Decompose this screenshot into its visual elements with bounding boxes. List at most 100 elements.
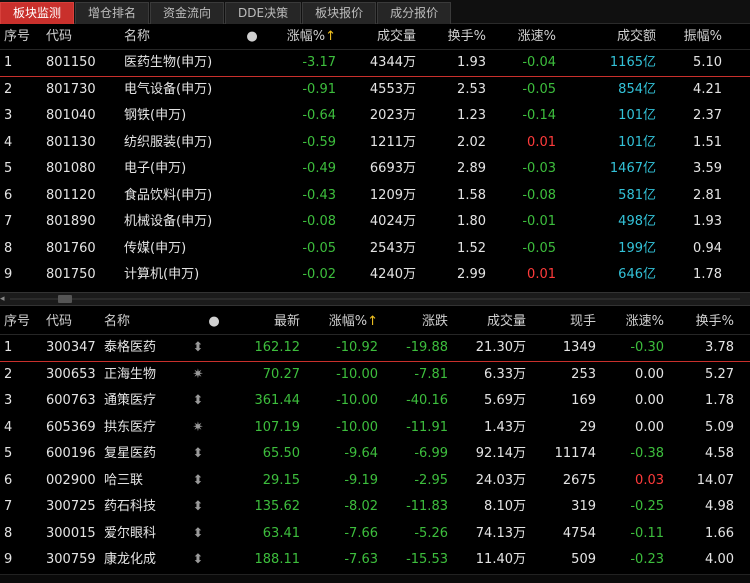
table-row[interactable]: 4 605369 拱东医疗 ✷ 107.19 -10.00 -11.91 1.43万 29 0.0… <box>0 415 750 442</box>
col-code-header[interactable]: 代码 <box>46 24 106 50</box>
col-speed-header[interactable]: 涨速% <box>496 24 556 50</box>
horizontal-scrollbar[interactable]: ◂ <box>0 292 750 306</box>
cell-amount: 1467亿 <box>609 161 656 176</box>
scroll-left-icon[interactable]: ◂ <box>0 294 8 304</box>
cell-hand: 4754 <box>562 525 596 541</box>
cell-change: -40.16 <box>406 393 448 408</box>
cell-turnover: 2.89 <box>457 161 486 176</box>
col-code-header[interactable]: 代码 <box>46 309 104 335</box>
cell-amount: 646亿 <box>618 267 656 282</box>
cell-hand: 253 <box>571 366 596 382</box>
col-change-pct-header[interactable]: 涨幅%↑ <box>306 309 378 335</box>
cell-code: 801150 <box>46 55 96 70</box>
col-speed-header[interactable]: 涨速% <box>602 309 664 335</box>
table-row[interactable]: 9 300759 康龙化成 ⬍ 188.11 -7.63 -15.53 11.40万 509 -0… <box>0 547 750 574</box>
cell-speed: -0.05 <box>522 81 556 97</box>
cell-speed: -0.04 <box>522 55 556 70</box>
cell-change-pct: -10.00 <box>336 366 378 382</box>
col-change-pct-label: 涨幅% <box>328 314 368 329</box>
table-row[interactable]: 5 801080 电子(申万) -0.49 6693万 2.89 -0.03 1467亿 3.5… <box>0 156 750 183</box>
scroll-track[interactable] <box>10 298 740 300</box>
col-volume-header[interactable]: 成交量 <box>456 309 526 335</box>
table-row[interactable]: 2 801730 电气设备(申万) -0.91 4553万 2.53 -0.05 854亿 4.… <box>0 77 750 104</box>
cell-name: 纺织服装(申万) <box>124 134 213 150</box>
status-mark-icon: ⬍ <box>192 499 204 514</box>
cell-turnover: 1.58 <box>457 187 486 203</box>
table-row[interactable]: 1 801150 医药生物(申万) -3.17 4344万 1.93 -0.04 1165亿 5… <box>0 50 750 77</box>
col-hand-header[interactable]: 现手 <box>532 309 596 335</box>
cell-seq: 7 <box>4 499 13 514</box>
cell-turnover: 14.07 <box>696 472 734 488</box>
cell-name: 爱尔眼科 <box>104 525 157 541</box>
cell-speed: -0.23 <box>630 552 664 567</box>
cell-change-pct: -0.43 <box>302 187 336 203</box>
scroll-thumb[interactable] <box>58 295 72 303</box>
table-row[interactable]: 7 300725 药石科技 ⬍ 135.62 -8.02 -11.83 8.10万 319 -0.… <box>0 494 750 521</box>
cell-turnover: 2.99 <box>457 267 486 282</box>
cell-last: 361.44 <box>254 393 301 408</box>
col-seq-header[interactable]: 序号 <box>4 309 40 335</box>
cell-volume: 6693万 <box>369 161 416 176</box>
tab-fund-flow[interactable]: 资金流向 <box>150 2 225 24</box>
table-row[interactable]: 3 801040 钢铁(申万) -0.64 2023万 1.23 -0.14 101亿 2.37 <box>0 103 750 130</box>
col-amount-header[interactable]: 成交额 <box>572 24 656 50</box>
col-turnover-header[interactable]: 换手% <box>672 309 734 335</box>
cell-change-pct: -9.64 <box>344 446 378 461</box>
cell-amount: 101亿 <box>618 108 656 123</box>
tab-sector-quote[interactable]: 板块报价 <box>302 2 377 24</box>
col-name-header[interactable]: 名称 <box>124 24 224 50</box>
cell-speed: -0.25 <box>630 499 664 514</box>
cell-volume: 1.43万 <box>484 419 526 435</box>
table-row[interactable]: 2 300653 正海生物 ✷ 70.27 -10.00 -7.81 6.33万 253 0.00… <box>0 362 750 389</box>
cell-volume: 4240万 <box>369 267 416 282</box>
table-row[interactable]: 4 801130 纺织服装(申万) -0.59 1211万 2.02 0.01 101亿 1.5… <box>0 130 750 157</box>
cell-turnover: 4.00 <box>705 552 734 567</box>
dot-icon: ● <box>208 314 220 329</box>
cell-seq: 5 <box>4 161 13 176</box>
table-row[interactable]: 6 002900 哈三联 ⬍ 29.15 -9.19 -2.95 24.03万 2675 0.03… <box>0 468 750 495</box>
table-row[interactable]: 6 801120 食品饮料(申万) -0.43 1209万 1.58 -0.08 581亿 2.… <box>0 183 750 210</box>
table-row[interactable]: 8 300015 爱尔眼科 ⬍ 63.41 -7.66 -5.26 74.13万 4754 -0.… <box>0 521 750 548</box>
cell-seq: 8 <box>4 525 13 541</box>
sort-up-arrow-icon: ↑ <box>367 314 378 329</box>
table-row[interactable]: 7 801890 机械设备(申万) -0.08 4024万 1.80 -0.01 498亿 1.… <box>0 209 750 236</box>
table-row[interactable]: 3 600763 通策医疗 ⬍ 361.44 -10.00 -40.16 5.69万 169 0.… <box>0 388 750 415</box>
col-seq-header[interactable]: 序号 <box>4 24 40 50</box>
cell-speed: -0.01 <box>522 214 556 229</box>
cell-turnover: 3.78 <box>705 340 734 355</box>
table-row[interactable]: 5 600196 复星医药 ⬍ 65.50 -9.64 -6.99 92.14万 11174 -0… <box>0 441 750 468</box>
col-change-pct-header[interactable]: 涨幅%↑ <box>268 24 336 50</box>
cell-seq: 8 <box>4 240 13 256</box>
cell-volume: 74.13万 <box>475 525 526 541</box>
cell-volume: 4344万 <box>369 55 416 70</box>
cell-turnover: 1.80 <box>457 214 486 229</box>
cell-change-pct: -0.59 <box>302 134 336 150</box>
cell-change-pct: -0.05 <box>302 240 336 256</box>
cell-seq: 2 <box>4 366 13 382</box>
tab-component-quote[interactable]: 成分报价 <box>377 2 452 24</box>
col-last-header[interactable]: 最新 <box>238 309 300 335</box>
status-mark-icon: ⬍ <box>192 525 204 541</box>
sector-rows: 1 801150 医药生物(申万) -3.17 4344万 1.93 -0.04 1165亿 5… <box>0 50 750 289</box>
col-volume-header[interactable]: 成交量 <box>348 24 416 50</box>
cell-turnover: 5.27 <box>705 366 734 382</box>
col-change-header[interactable]: 涨跌 <box>386 309 448 335</box>
col-turnover-header[interactable]: 换手% <box>426 24 486 50</box>
tab-dde-decision[interactable]: DDE决策 <box>225 2 302 24</box>
table-row[interactable]: 9 801750 计算机(申万) -0.02 4240万 2.99 0.01 646亿 1.78 <box>0 262 750 289</box>
col-name-header[interactable]: 名称 <box>104 309 174 335</box>
cell-hand: 319 <box>571 499 596 514</box>
tab-position-ranking[interactable]: 增仓排名 <box>75 2 150 24</box>
cell-speed: 0.01 <box>527 267 556 282</box>
cell-turnover: 1.52 <box>457 240 486 256</box>
table-row[interactable]: 1 300347 泰格医药 ⬍ 162.12 -10.92 -19.88 21.30万 1349… <box>0 335 750 362</box>
cell-speed: -0.30 <box>630 340 664 355</box>
table-row[interactable]: 8 801760 传媒(申万) -0.05 2543万 1.52 -0.05 199亿 0.94 <box>0 236 750 263</box>
status-strip <box>0 574 750 583</box>
col-amplitude-header[interactable]: 振幅% <box>664 24 722 50</box>
tab-sector-monitor[interactable]: 板块监测 <box>0 2 75 24</box>
cell-name: 食品饮料(申万) <box>124 187 213 203</box>
tab-bar: 板块监测 增仓排名 资金流向 DDE决策 板块报价 成分报价 <box>0 0 750 24</box>
cell-name: 通策医疗 <box>104 393 157 408</box>
cell-name: 复星医药 <box>104 446 157 461</box>
